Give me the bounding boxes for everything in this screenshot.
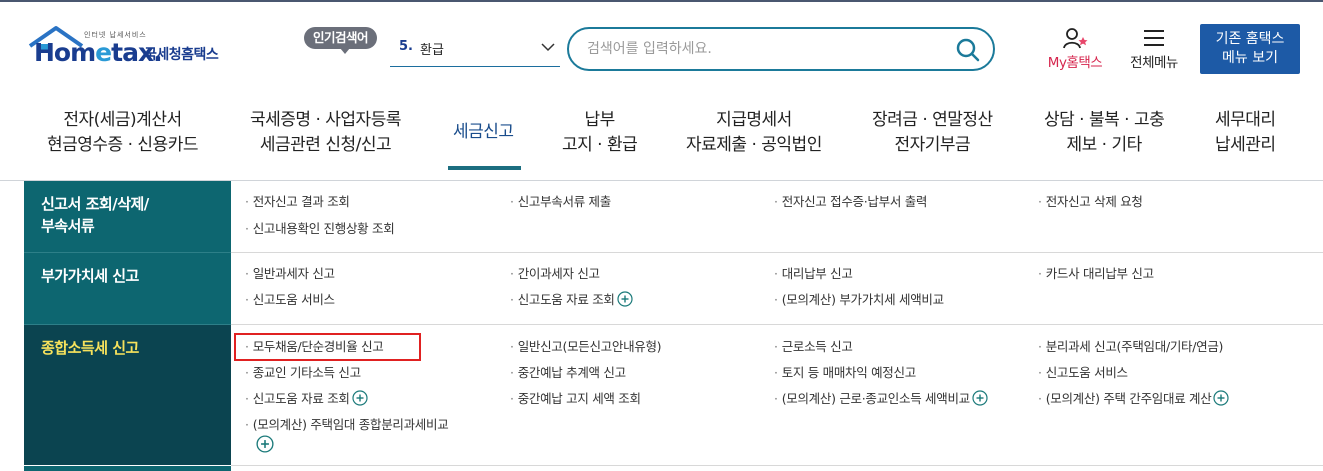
legacy-menu-line1: 기존 홈택스 (1215, 31, 1285, 47)
link-receipt-print[interactable]: · 전자신고 접수증·납부서 출력 (774, 193, 927, 211)
link-income-land-gain[interactable]: · 토지 등 매매차익 예정신고 (774, 364, 916, 382)
link-efile-delete[interactable]: · 전자신고 삭제 요청 (1038, 193, 1143, 211)
gnb-tax-filing[interactable]: 세금신고 (453, 120, 514, 145)
all-menu-label: 전체메뉴 (1130, 55, 1178, 71)
highlight-box (234, 333, 421, 361)
link-income-sim-rent[interactable]: · (모의계산) 주택 간주임대료 계산 (1038, 390, 1230, 408)
link-income-sim-earned[interactable]: · (모의계산) 근로·종교인소득 세액비교 (774, 390, 988, 408)
chevron-down-icon (541, 43, 555, 52)
search-box (567, 27, 995, 71)
gnb-payment-statement[interactable]: 지급명세서 자료제출 · 공익법인 (686, 108, 822, 158)
link-income-sim-rental[interactable]: · (모의계산) 주택임대 종합분리과세비교 (245, 416, 449, 434)
link-income-help-data[interactable]: · 신고도움 자료 조회 (245, 390, 368, 408)
plus-circle-icon[interactable] (617, 291, 633, 307)
category-next (24, 466, 231, 471)
search-icon[interactable] (955, 37, 981, 63)
gnb-e-invoice[interactable]: 전자(세금)계산서 현금영수증 · 신용카드 (47, 108, 198, 158)
popular-keyword-select[interactable]: 5. 환급 (390, 35, 560, 67)
hometax-logo[interactable]: 인터넷 납세서비스 Hometax. 국세청홈택스 (26, 24, 246, 76)
link-income-help[interactable]: · 신고도움 서비스 (1038, 364, 1128, 382)
submenu-panel: 신고서 조회/삭제/부속서류 · 전자신고 결과 조회 · 신고부속서류 제출 · 전… (24, 181, 1323, 471)
gnb-incentive[interactable]: 장려금 · 연말정산 전자기부금 (872, 108, 993, 158)
link-vat-card-proxy[interactable]: · 카드사 대리납부 신고 (1038, 265, 1154, 283)
row-divider (231, 465, 1323, 466)
link-income-interim-notice[interactable]: · 중간예납 고지 세액 조회 (510, 390, 641, 408)
category-vat[interactable]: 부가가치세 신고 (24, 253, 231, 324)
link-income-general[interactable]: · 일반신고(모든신고안내유형) (510, 338, 662, 356)
popular-rank: 5. (399, 39, 413, 54)
my-hometax-label: My홈택스 (1047, 55, 1103, 71)
link-vat-help-data[interactable]: · 신고도움 자료 조회 (510, 291, 633, 309)
popular-keyword: 환급 (420, 43, 444, 58)
row-divider (231, 324, 1323, 325)
link-income-religious[interactable]: · 종교인 기타소득 신고 (245, 364, 361, 382)
plus-circle-icon[interactable] (972, 390, 988, 406)
gnb-consult[interactable]: 상담 · 불복 · 고충 제보 · 기타 (1044, 108, 1165, 158)
main-navigation: 전자(세금)계산서 현금영수증 · 신용카드 국세증명 · 사업자등록 세금관련 신… (0, 100, 1323, 180)
all-menu-button[interactable]: 전체메뉴 (1121, 27, 1187, 71)
legacy-menu-button[interactable]: 기존 홈택스 메뉴 보기 (1200, 24, 1300, 74)
search-input[interactable] (587, 37, 937, 61)
gnb-payment[interactable]: 납부 고지 · 환급 (562, 108, 638, 158)
top-border (0, 0, 1323, 2)
link-vat-simulation[interactable]: · (모의계산) 부가가치세 세액비교 (774, 291, 944, 309)
link-attach-submit[interactable]: · 신고부속서류 제출 (510, 193, 611, 211)
plus-circle-icon[interactable] (256, 435, 274, 453)
hamburger-menu-icon (1144, 30, 1164, 46)
link-progress-status[interactable]: · 신고내용확인 진행상황 조회 (245, 220, 395, 238)
gnb-certificate[interactable]: 국세증명 · 사업자등록 세금관련 신청/신고 (250, 108, 401, 158)
link-vat-help[interactable]: · 신고도움 서비스 (245, 291, 335, 309)
logo-korean: 국세청홈택스 (144, 47, 219, 63)
category-return-lookup[interactable]: 신고서 조회/삭제/부속서류 (24, 181, 231, 252)
plus-circle-icon[interactable] (1213, 390, 1230, 406)
gnb-active-indicator (448, 166, 521, 170)
link-income-earned[interactable]: · 근로소득 신고 (774, 338, 853, 356)
row-divider (231, 252, 1323, 253)
link-efile-result[interactable]: · 전자신고 결과 조회 (245, 193, 350, 211)
link-income-separate[interactable]: · 분리과세 신고(주택임대/기타/연금) (1038, 338, 1223, 356)
plus-circle-icon[interactable] (352, 390, 368, 406)
link-income-interim-est[interactable]: · 중간예납 추계액 신고 (510, 364, 626, 382)
legacy-menu-line2: 메뉴 보기 (1222, 50, 1278, 66)
link-vat-simple[interactable]: · 간이과세자 신고 (510, 265, 600, 283)
category-income-tax[interactable]: 종합소득세 신고 (24, 325, 231, 465)
popular-keyword-badge: 인기검색어 (304, 27, 378, 54)
user-star-icon (1063, 28, 1088, 49)
gnb-tax-agent[interactable]: 세무대리 납세관리 (1215, 108, 1276, 158)
my-hometax-button[interactable]: My홈택스 (1039, 27, 1111, 71)
link-vat-proxy[interactable]: · 대리납부 신고 (774, 265, 853, 283)
link-vat-general[interactable]: · 일반과세자 신고 (245, 265, 335, 283)
logo-wordmark: Hometax. (34, 38, 163, 67)
